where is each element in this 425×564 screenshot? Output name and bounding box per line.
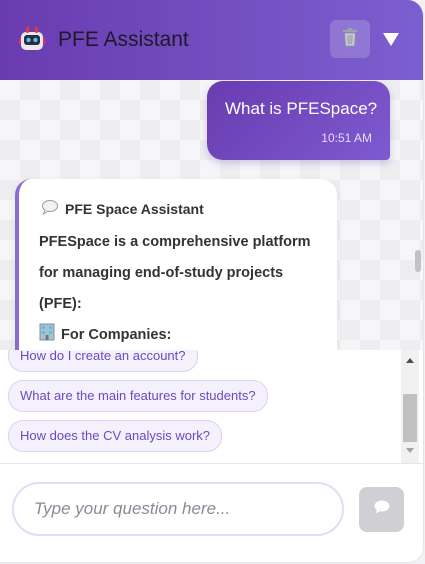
- assistant-header: PFE Space Assistant: [41, 199, 204, 218]
- input-area: [0, 464, 423, 562]
- messages-scrollbar[interactable]: [413, 80, 423, 350]
- chat-bubble-icon: [373, 499, 391, 520]
- trash-icon: [341, 27, 359, 52]
- triangle-down-icon: [380, 33, 402, 54]
- suggestion-chip[interactable]: How do I create an account?: [8, 350, 198, 372]
- assistant-message: PFE Space Assistant PFESpace is a compre…: [15, 179, 337, 350]
- chat-header: PFE Assistant: [0, 0, 423, 80]
- assistant-name: PFE Space Assistant: [65, 200, 204, 217]
- speech-bubble-icon: [41, 199, 59, 218]
- building-icon: [39, 322, 55, 350]
- suggestions-scrollbar-thumb[interactable]: [403, 394, 417, 442]
- assistant-intro: PFESpace is a comprehensive platform for…: [39, 234, 311, 312]
- user-message-text: What is PFESpace?: [225, 99, 378, 118]
- assistant-message-body: PFESpace is a comprehensive platform for…: [39, 227, 319, 350]
- chat-widget: PFE Assistant What is PFESpace? 10:51 AM…: [0, 0, 424, 563]
- send-button[interactable]: [359, 487, 404, 532]
- messages-scrollbar-thumb[interactable]: [415, 250, 421, 272]
- question-input[interactable]: [12, 482, 344, 536]
- clear-chat-button[interactable]: [330, 20, 370, 58]
- suggestion-chip[interactable]: How does the CV analysis work?: [8, 420, 223, 452]
- scroll-down-arrow-icon[interactable]: [406, 448, 414, 453]
- message-list[interactable]: What is PFESpace? 10:51 AM PFE Space Ass…: [0, 80, 423, 350]
- section-title: For Companies:: [61, 327, 172, 343]
- chat-title: PFE Assistant: [58, 28, 189, 51]
- user-message: What is PFESpace? 10:51 AM: [207, 81, 390, 160]
- suggestions-panel[interactable]: How do I create an account? What are the…: [0, 350, 423, 464]
- suggestion-chip[interactable]: What are the main features for students?: [8, 380, 268, 412]
- suggestions-scrollbar[interactable]: [401, 350, 419, 463]
- message-timestamp: 10:51 AM: [321, 131, 372, 145]
- scroll-up-arrow-icon[interactable]: [406, 358, 414, 363]
- collapse-button[interactable]: [380, 28, 402, 50]
- section-heading: For Companies:: [39, 320, 319, 350]
- robot-icon: [18, 26, 46, 54]
